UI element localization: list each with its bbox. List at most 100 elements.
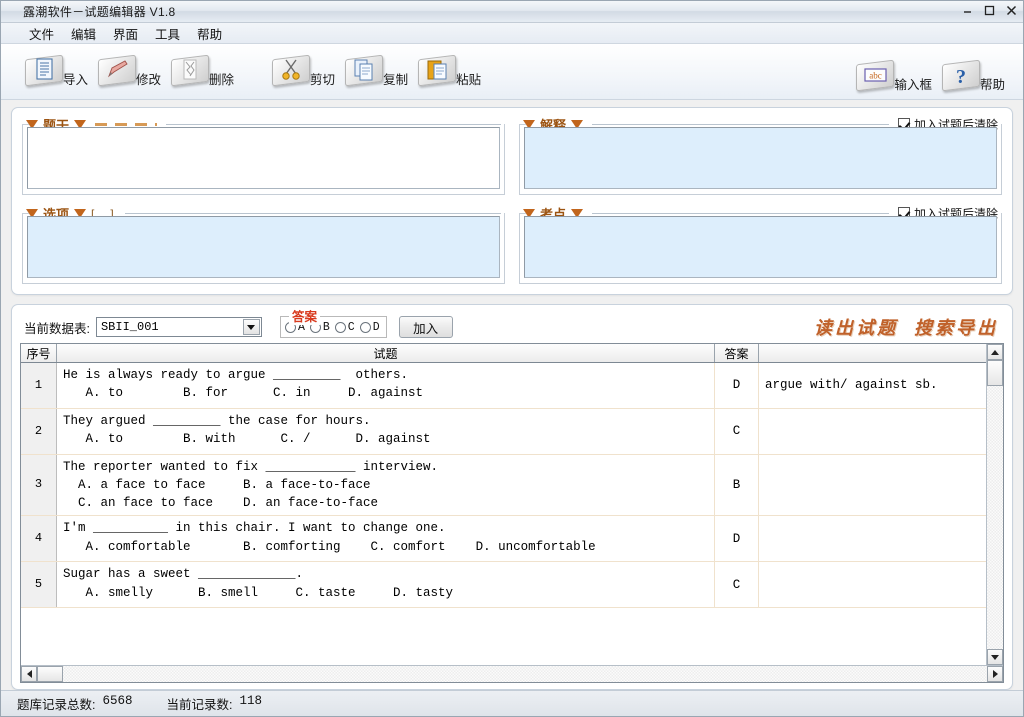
table-row[interactable]: 3 The reporter wanted to fix ___________…	[21, 455, 986, 516]
toolbar-right-group: abc 输入框 ? 帮助	[850, 59, 1007, 95]
status-current-label: 当前记录数:	[167, 694, 233, 713]
field-keypoint-frame	[519, 213, 1002, 284]
grid-rows: 1 He is always ready to argue _________ …	[21, 363, 986, 665]
abc-textbox-icon: abc	[852, 59, 898, 95]
maximize-icon[interactable]	[982, 3, 997, 18]
read-questions-action[interactable]: 读出试题	[814, 314, 898, 340]
table-row[interactable]: 4 I'm __________ in this chair. I want t…	[21, 516, 986, 562]
cell-answer: D	[715, 516, 759, 561]
menu-help[interactable]: 帮助	[195, 23, 224, 44]
cell-question: He is always ready to argue _________ ot…	[57, 363, 715, 408]
toolbar: 导入 修改	[1, 44, 1023, 100]
svg-text:?: ?	[956, 66, 966, 88]
grid-main: 序号 试题 答案 1 He is always ready to argue _…	[21, 344, 986, 665]
table-select[interactable]: SBII_001	[96, 317, 262, 337]
editor-panel: 题干 解释 加入试题后清除	[11, 107, 1013, 295]
questions-grid: 序号 试题 答案 1 He is always ready to argue _…	[20, 343, 1004, 683]
table-row[interactable]: 1 He is always ready to argue _________ …	[21, 363, 986, 409]
toolbar-button-paste[interactable]: 粘贴	[412, 54, 483, 90]
calligraphy-actions: 读出试题 搜索导出	[814, 314, 998, 340]
cell-question: Sugar has a sweet _____________. A. smel…	[57, 562, 715, 607]
minimize-icon[interactable]	[960, 3, 975, 18]
status-total: 题库记录总数: 6568	[17, 694, 133, 713]
answer-radio-b-label: B	[323, 321, 330, 334]
toolbar-button-import[interactable]: 导入	[19, 54, 90, 90]
grid-horizontal-scrollbar[interactable]	[21, 665, 1003, 682]
editor-row-1: 题干 解释 加入试题后清除	[22, 116, 1002, 195]
answer-radio-group: 答案 A B C D	[280, 316, 387, 338]
cell-answer: C	[715, 562, 759, 607]
data-panel: 当前数据表: SBII_001 答案 A B C	[11, 304, 1013, 690]
answer-group-legend: 答案	[289, 306, 320, 325]
field-options: 选项 [ ]	[22, 205, 505, 284]
status-total-label: 题库记录总数:	[17, 694, 95, 713]
toolbar-button-copy[interactable]: 复制	[339, 54, 410, 90]
field-options-input[interactable]	[27, 216, 500, 278]
field-stem-frame	[22, 124, 505, 195]
search-export-action[interactable]: 搜索导出	[914, 314, 998, 340]
copy-icon	[341, 54, 387, 90]
field-explanation-input[interactable]	[524, 127, 997, 189]
field-keypoint-input[interactable]	[524, 216, 997, 278]
scroll-up-icon[interactable]	[987, 344, 1003, 360]
toolbar-button-modify[interactable]: 修改	[92, 54, 163, 90]
paste-icon	[414, 54, 460, 90]
add-button[interactable]: 加入	[399, 316, 453, 338]
field-keypoint: 考点 加入试题后清除	[519, 205, 1002, 284]
answer-radio-c-label: C	[348, 321, 355, 334]
answer-radio-d-label: D	[373, 321, 380, 334]
status-current: 当前记录数: 118	[167, 694, 263, 713]
status-bar: 题库记录总数: 6568 当前记录数: 118	[1, 690, 1023, 716]
table-select-value: SBII_001	[101, 320, 159, 334]
question-mark-icon: ?	[938, 59, 984, 95]
cell-note: argue with/ against sb.	[759, 363, 986, 408]
column-header-question[interactable]: 试题	[57, 344, 715, 362]
cut-scissors-icon	[268, 54, 314, 90]
menu-tools[interactable]: 工具	[153, 23, 182, 44]
status-current-value: 118	[239, 694, 262, 713]
scroll-left-icon[interactable]	[21, 666, 37, 682]
column-header-answer[interactable]: 答案	[715, 344, 759, 362]
cell-index: 4	[21, 516, 57, 561]
field-options-frame	[22, 213, 505, 284]
toolbar-button-inputbox[interactable]: abc 输入框	[850, 59, 934, 95]
cell-note	[759, 516, 986, 561]
field-explanation: 解释 加入试题后清除	[519, 116, 1002, 195]
cell-note	[759, 455, 986, 515]
cell-index: 1	[21, 363, 57, 408]
radio-icon	[360, 322, 371, 333]
column-header-index[interactable]: 序号	[21, 344, 57, 362]
answer-radio-c[interactable]: C	[335, 321, 355, 334]
cell-index: 3	[21, 455, 57, 515]
cell-note	[759, 562, 986, 607]
window-controls	[960, 3, 1019, 18]
menu-file[interactable]: 文件	[27, 23, 56, 44]
cell-question: The reporter wanted to fix ____________ …	[57, 455, 715, 515]
hscroll-thumb[interactable]	[37, 666, 63, 682]
column-header-note[interactable]	[759, 344, 986, 362]
answer-radio-d[interactable]: D	[360, 321, 380, 334]
window-title: 露潮软件－试题编辑器 V1.8	[23, 3, 176, 20]
vscroll-thumb[interactable]	[987, 360, 1003, 386]
hscroll-track[interactable]	[37, 666, 987, 682]
table-row[interactable]: 5 Sugar has a sweet _____________. A. sm…	[21, 562, 986, 608]
table-row[interactable]: 2 They argued _________ the case for hou…	[21, 409, 986, 455]
menu-bar: 文件 编辑 界面 工具 帮助	[1, 23, 1023, 44]
scroll-down-icon[interactable]	[987, 649, 1003, 665]
menu-view[interactable]: 界面	[111, 23, 140, 44]
chevron-down-icon[interactable]	[243, 319, 260, 335]
toolbar-button-help[interactable]: ? 帮助	[936, 59, 1007, 95]
field-stem-input[interactable]	[27, 127, 500, 189]
grid-header: 序号 试题 答案	[21, 344, 986, 363]
toolbar-button-delete[interactable]: 删除	[165, 54, 236, 90]
status-total-value: 6568	[102, 694, 132, 713]
grid-vertical-scrollbar[interactable]	[986, 344, 1003, 665]
toolbar-left-group: 导入 修改	[19, 54, 483, 90]
menu-edit[interactable]: 编辑	[69, 23, 98, 44]
scroll-right-icon[interactable]	[987, 666, 1003, 682]
radio-icon	[335, 322, 346, 333]
vscroll-track[interactable]	[987, 360, 1003, 649]
toolbar-button-cut[interactable]: 剪切	[266, 54, 337, 90]
close-icon[interactable]	[1004, 3, 1019, 18]
cell-index: 5	[21, 562, 57, 607]
